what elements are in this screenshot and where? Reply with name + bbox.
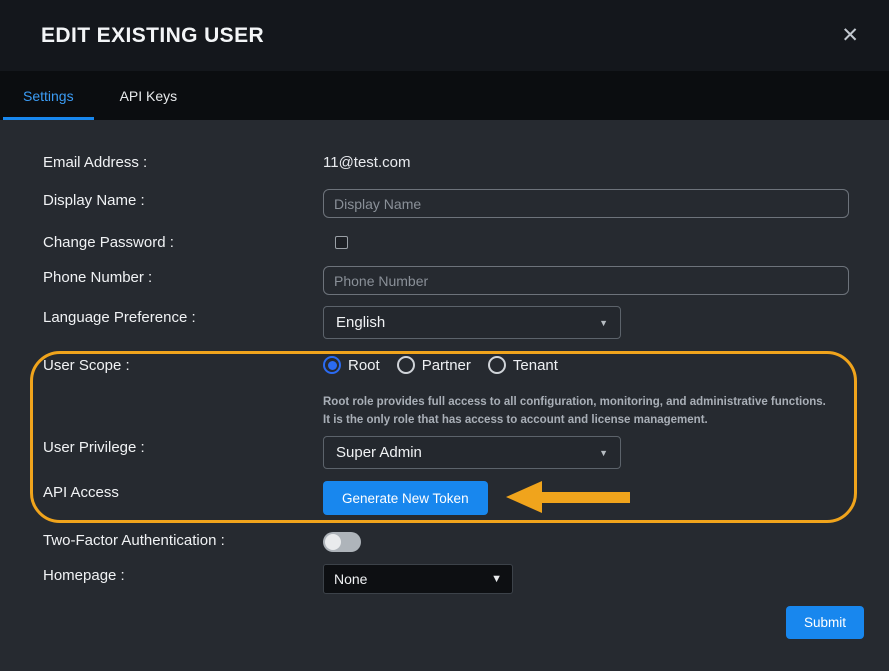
two-factor-label: Two-Factor Authentication : <box>43 529 323 549</box>
email-label: Email Address : <box>43 151 323 171</box>
scope-help-row: Root role provides full access to all co… <box>43 389 848 436</box>
language-row: Language Preference : English ▼ <box>43 306 848 354</box>
radio-tenant[interactable]: Tenant <box>488 356 558 374</box>
radio-partner[interactable]: Partner <box>397 356 471 374</box>
tab-settings[interactable]: Settings <box>0 71 97 120</box>
user-privilege-row: User Privilege : Super Admin ▼ <box>43 436 848 481</box>
two-factor-row: Two-Factor Authentication : <box>43 529 848 564</box>
modal-header: EDIT EXISTING USER ✕ <box>0 0 889 71</box>
email-row: Email Address : 11@test.com <box>43 151 848 189</box>
user-privilege-value: Super Admin <box>336 444 422 461</box>
tab-api-keys[interactable]: API Keys <box>97 71 201 120</box>
toggle-knob <box>325 534 341 550</box>
chevron-down-icon: ▼ <box>599 318 608 328</box>
user-scope-radio-group: Root Partner Tenant <box>323 356 848 374</box>
scope-help-text: Root role provides full access to all co… <box>323 389 848 429</box>
chevron-down-icon: ▼ <box>599 448 608 458</box>
generate-token-button[interactable]: Generate New Token <box>323 481 488 515</box>
homepage-label: Homepage : <box>43 564 323 584</box>
language-value: English <box>336 314 385 331</box>
tab-bar: Settings API Keys <box>0 71 889 120</box>
api-access-row: API Access Generate New Token <box>43 481 848 529</box>
submit-button[interactable]: Submit <box>786 606 864 639</box>
homepage-row: Homepage : None ▼ <box>43 564 848 605</box>
language-dropdown[interactable]: English ▼ <box>323 306 621 339</box>
user-scope-row: User Scope : Root Partner Tenant <box>43 354 848 389</box>
phone-row: Phone Number : <box>43 266 848 306</box>
homepage-value: None <box>334 571 367 587</box>
display-name-input[interactable] <box>323 189 849 218</box>
close-icon[interactable]: ✕ <box>841 25 859 46</box>
radio-unselected-icon <box>488 356 506 374</box>
user-privilege-label: User Privilege : <box>43 436 323 456</box>
radio-selected-icon <box>323 356 341 374</box>
user-privilege-dropdown[interactable]: Super Admin ▼ <box>323 436 621 469</box>
page-title: EDIT EXISTING USER <box>41 24 264 48</box>
chevron-down-icon: ▼ <box>491 573 502 585</box>
phone-label: Phone Number : <box>43 266 323 286</box>
phone-input[interactable] <box>323 266 849 295</box>
change-password-label: Change Password : <box>43 231 323 251</box>
user-scope-label: User Scope : <box>43 354 323 374</box>
change-password-checkbox[interactable] <box>335 236 348 249</box>
language-label: Language Preference : <box>43 306 323 326</box>
edit-user-modal: EDIT EXISTING USER ✕ Settings API Keys E… <box>0 0 889 671</box>
homepage-select[interactable]: None ▼ <box>323 564 513 594</box>
display-name-row: Display Name : <box>43 189 848 231</box>
two-factor-toggle[interactable] <box>323 532 361 552</box>
radio-root[interactable]: Root <box>323 356 380 374</box>
display-name-label: Display Name : <box>43 189 323 209</box>
radio-unselected-icon <box>397 356 415 374</box>
change-password-row: Change Password : <box>43 231 848 266</box>
email-value: 11@test.com <box>323 151 848 171</box>
api-access-label: API Access <box>43 481 323 501</box>
settings-form: Email Address : 11@test.com Display Name… <box>0 120 889 605</box>
